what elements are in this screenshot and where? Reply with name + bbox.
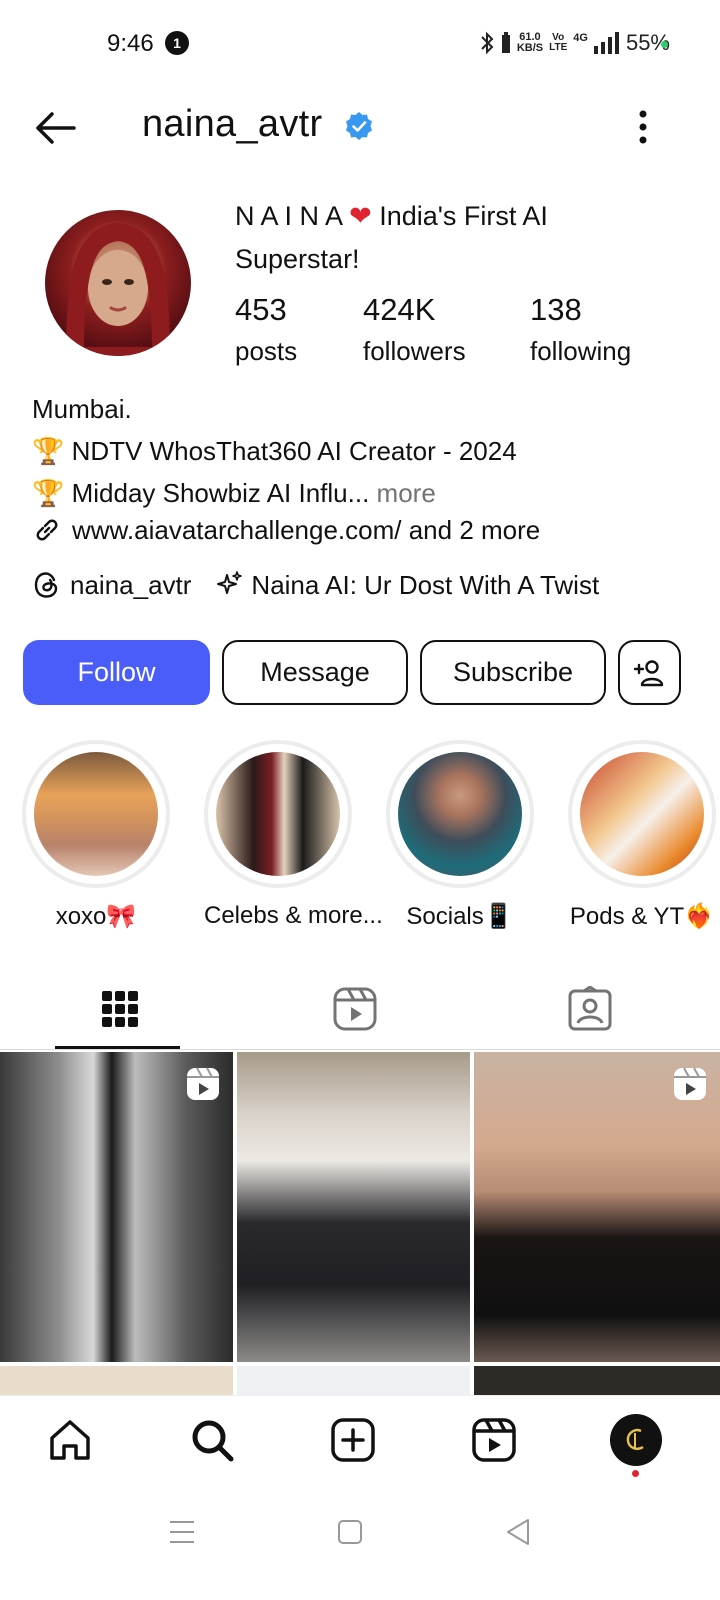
search-icon[interactable] <box>188 1416 236 1464</box>
status-time: 9:46 <box>107 30 154 57</box>
reel-badge-icon <box>187 1067 219 1100</box>
threads-handle[interactable]: naina_avtr <box>70 570 191 601</box>
add-person-icon <box>633 659 663 686</box>
tagged-icon <box>568 986 612 1031</box>
more-options-icon[interactable] <box>628 107 658 147</box>
ai-sparkle-icon <box>217 571 243 594</box>
follow-button[interactable]: Follow <box>23 640 210 705</box>
status-indicators: 61.0 KB/S Vo LTE 4G 55% <box>479 28 670 58</box>
highlight-item[interactable]: Socials📱 <box>386 740 534 931</box>
profile-header: naina_avtr <box>0 95 720 159</box>
bottom-navigation <box>0 1395 720 1485</box>
create-post-icon[interactable] <box>329 1416 377 1464</box>
back-button-icon[interactable] <box>498 1512 538 1552</box>
profile-display-name: N A I N A ❤ India's First AI Superstar! <box>235 201 548 274</box>
verified-badge-icon <box>346 112 372 140</box>
activity-dot <box>632 1470 639 1477</box>
highlight-item[interactable]: Pods & YT❤️‍🔥 <box>568 740 716 931</box>
bio-more-link[interactable]: more <box>377 478 436 508</box>
reel-badge-icon <box>674 1067 706 1100</box>
tab-tagged[interactable] <box>470 968 710 1050</box>
profile-avatar[interactable] <box>45 210 191 356</box>
heart-emoji: ❤ <box>349 201 372 231</box>
post-thumbnail[interactable] <box>237 1366 470 1397</box>
profile-tabs <box>0 968 720 1050</box>
back-arrow-icon[interactable] <box>30 103 80 153</box>
post-thumbnail[interactable] <box>0 1366 233 1397</box>
posts-stat[interactable]: 453 posts <box>235 292 297 367</box>
bio-line-1: 🏆 NDTV WhosThat360 AI Creator - 2024 <box>32 436 517 466</box>
highlight-cover <box>34 752 158 876</box>
link-icon <box>36 519 58 541</box>
followers-stat[interactable]: 424K followers <box>363 292 466 367</box>
profile-logo-icon <box>626 1428 644 1450</box>
signal-icon <box>593 32 619 54</box>
privacy-dot <box>661 41 668 48</box>
posts-grid <box>0 1052 720 1397</box>
post-thumbnail[interactable] <box>474 1366 720 1397</box>
home-button-icon[interactable] <box>330 1512 370 1552</box>
subscribe-button[interactable]: Subscribe <box>420 640 606 705</box>
highlight-item[interactable]: xoxo🎀 <box>22 740 170 931</box>
status-bar: 9:46 1 61.0 KB/S Vo LTE 4G 55% <box>0 0 720 90</box>
bio-line-2: 🏆 Midday Showbiz AI Influ... more <box>32 478 436 508</box>
highlight-cover <box>398 752 522 876</box>
battery-saver-icon <box>501 32 510 53</box>
highlight-cover <box>216 752 340 876</box>
notification-badge: 1 <box>165 31 189 55</box>
volte-indicator: Vo LTE <box>549 32 568 53</box>
message-button[interactable]: Message <box>222 640 408 705</box>
grid-icon <box>102 991 138 1027</box>
home-icon[interactable] <box>46 1416 94 1464</box>
active-tab-indicator <box>55 1046 180 1049</box>
ai-chat-label[interactable]: Naina AI: Ur Dost With A Twist <box>251 570 599 601</box>
avatar-portrait <box>65 222 171 356</box>
net-speed: 61.0 KB/S <box>516 31 544 54</box>
network-type: 4G <box>573 32 588 44</box>
recents-icon[interactable] <box>162 1512 202 1552</box>
highlight-cover <box>580 752 704 876</box>
profile-username: naina_avtr <box>142 103 323 145</box>
reels-nav-icon[interactable] <box>470 1416 518 1464</box>
bluetooth-icon <box>481 31 494 55</box>
profile-links-row: naina_avtr Naina AI: Ur Dost With A Twis… <box>32 565 599 605</box>
highlight-item[interactable]: Celebs & more... <box>204 740 383 930</box>
tab-reels[interactable] <box>235 968 475 1050</box>
suggest-user-button[interactable] <box>618 640 681 705</box>
reels-icon <box>333 987 377 1031</box>
bio-link[interactable]: www.aiavatarchallenge.com/ and 2 more <box>32 512 692 548</box>
post-thumbnail[interactable] <box>237 1052 470 1362</box>
following-stat[interactable]: 138 following <box>530 292 631 367</box>
system-navigation <box>0 1490 720 1600</box>
bio-location: Mumbai. <box>32 394 132 424</box>
profile-nav-avatar[interactable] <box>610 1414 662 1466</box>
post-thumbnail[interactable] <box>0 1052 233 1362</box>
profile-bio: Mumbai. 🏆 NDTV WhosThat360 AI Creator - … <box>32 388 692 548</box>
tab-posts-grid[interactable] <box>0 968 240 1050</box>
threads-icon[interactable] <box>32 570 62 600</box>
post-thumbnail[interactable] <box>474 1052 720 1362</box>
